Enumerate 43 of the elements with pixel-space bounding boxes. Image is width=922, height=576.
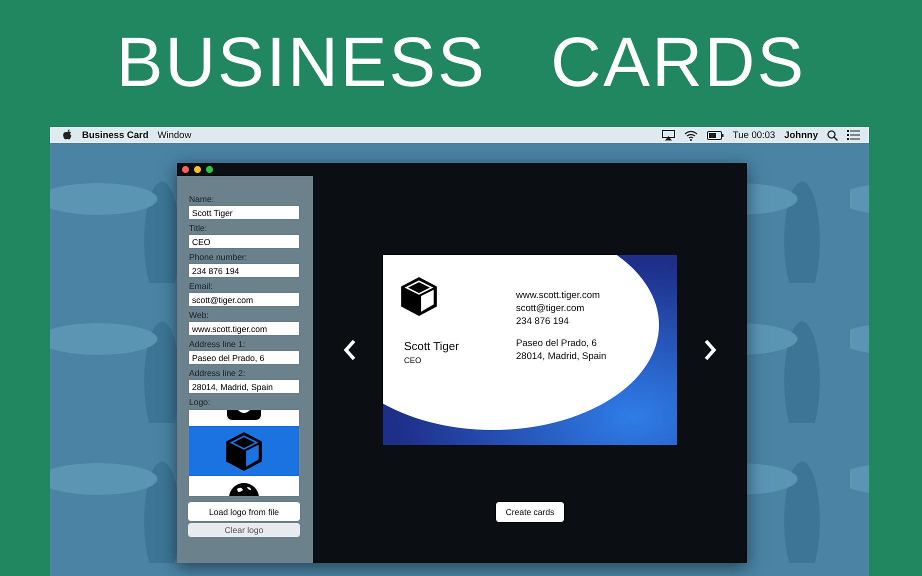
field-label: Email: — [189, 281, 214, 292]
card-website: www.scott.tiger.com — [516, 289, 601, 302]
globe-icon — [229, 483, 259, 496]
input-field[interactable]: 28014, Madrid, Spain — [189, 380, 299, 393]
field-label: Logo: — [189, 397, 212, 408]
card-address: 28014, Madrid, Spain — [516, 350, 606, 363]
list-icon[interactable] — [847, 130, 860, 140]
user-name[interactable]: Johnny — [784, 130, 818, 140]
battery-icon[interactable] — [706, 130, 724, 140]
logo-item[interactable] — [189, 476, 299, 496]
logo-item[interactable] — [189, 410, 299, 426]
input-field[interactable]: scott@tiger.com — [189, 293, 299, 306]
field-label: Web: — [189, 310, 210, 321]
input-field[interactable]: Scott Tiger — [189, 206, 299, 219]
input-field[interactable]: www.scott.tiger.com — [189, 322, 299, 335]
input-field[interactable]: 234 876 194 — [189, 264, 299, 277]
close-button[interactable] — [182, 166, 189, 173]
card-email: scott@tiger.com — [516, 302, 586, 315]
card-name: Scott Tiger — [404, 341, 460, 353]
field-label: Title: — [189, 223, 208, 234]
banner-title: BUSINESS CARDS — [115, 22, 807, 103]
card-job-title: CEO — [404, 356, 422, 365]
input-field[interactable]: CEO — [189, 235, 299, 248]
sidebar-button[interactable]: Load logo from file — [188, 502, 300, 521]
search-icon[interactable] — [827, 130, 838, 140]
create-cards-button[interactable]: Create cards — [496, 502, 564, 522]
card-address: Paseo del Prado, 6 — [516, 337, 598, 350]
apple-icon[interactable] — [62, 129, 73, 141]
input-field[interactable]: Paseo del Prado, 6 — [189, 351, 299, 364]
field-label: Phone number: — [189, 252, 248, 263]
field-label: Name: — [189, 194, 216, 205]
display-icon[interactable] — [662, 130, 675, 140]
badge-icon — [227, 410, 261, 420]
app-menu[interactable]: Business Card — [82, 130, 149, 140]
menu-item[interactable]: Window — [158, 130, 192, 140]
field-label: Address line 1: — [189, 339, 246, 350]
minimize-button[interactable] — [194, 166, 201, 173]
cube-icon — [398, 275, 440, 317]
card-phone: 234 876 194 — [516, 315, 570, 328]
clock[interactable]: Tue 00:03 — [732, 130, 776, 140]
wifi-icon[interactable] — [684, 130, 698, 140]
field-label: Address line 2: — [189, 368, 246, 379]
zoom-button[interactable] — [206, 166, 213, 173]
